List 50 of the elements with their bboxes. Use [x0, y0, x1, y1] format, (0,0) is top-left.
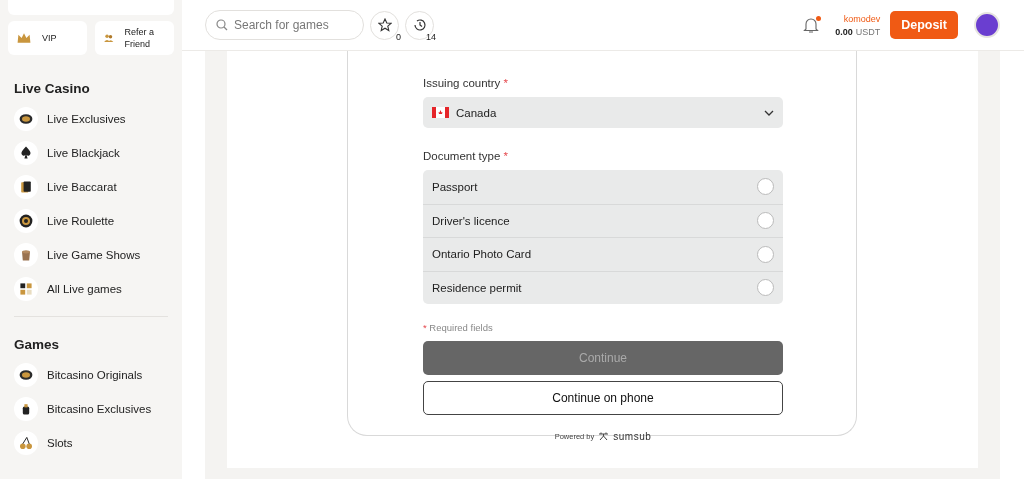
- promo-label: VIP: [42, 32, 57, 44]
- sidebar-item[interactable]: Live Exclusives: [8, 102, 174, 136]
- star-icon: [377, 18, 392, 32]
- notification-bell[interactable]: [803, 16, 822, 34]
- search-field[interactable]: Search for games: [205, 10, 364, 40]
- chip-icon: [18, 367, 34, 383]
- document-option[interactable]: Ontario Photo Card: [423, 237, 783, 271]
- section-title: Live Casino: [14, 81, 91, 96]
- history-icon: [412, 18, 427, 32]
- sidebar-item[interactable]: Live Roulette: [8, 204, 174, 238]
- radio-button[interactable]: [757, 212, 774, 230]
- cards-icon: [18, 179, 34, 195]
- sidebar-item[interactable]: Live Blackjack: [8, 136, 174, 170]
- sidebar-item[interactable]: Live Baccarat: [8, 170, 174, 204]
- country-select[interactable]: Canada: [423, 97, 783, 128]
- brand-name: sumsub: [613, 431, 652, 442]
- document-option[interactable]: Passport: [423, 170, 783, 204]
- recent-button[interactable]: 14: [405, 10, 434, 40]
- sidebar-item[interactable]: Live Game Shows: [8, 238, 174, 272]
- cherry-icon: [18, 435, 34, 451]
- count-label: 14: [426, 31, 436, 42]
- promo-label: Refer a Friend: [124, 26, 156, 50]
- radio-button[interactable]: [757, 279, 774, 297]
- logo-icon: [598, 432, 610, 441]
- flag-icon: [432, 107, 449, 118]
- balance-amount: 0.00: [835, 26, 853, 37]
- chevron-down-icon: [764, 109, 774, 116]
- document-option[interactable]: Driver's licence: [423, 203, 783, 237]
- username: komodev: [843, 13, 881, 24]
- document-option[interactable]: Residence permit: [423, 270, 783, 304]
- sidebar-item[interactable]: Slots: [8, 426, 174, 460]
- field-label: Issuing country *: [423, 77, 510, 89]
- radio-button[interactable]: [757, 245, 774, 263]
- favorites-button[interactable]: 0: [370, 10, 399, 40]
- sidebar-item[interactable]: Bitcasino Originals: [8, 358, 174, 392]
- section-title: Games: [14, 337, 61, 352]
- count-label: 0: [396, 31, 401, 42]
- chip-icon: [18, 111, 34, 127]
- sidebar-item[interactable]: All Live games: [8, 272, 174, 306]
- required-note: * Required fields: [423, 322, 494, 333]
- continue-on-phone-button[interactable]: Continue on phone: [423, 381, 783, 415]
- field-label: Document type *: [423, 150, 510, 162]
- avatar[interactable]: [974, 12, 1000, 38]
- sidebar-item[interactable]: Bitcasino Exclusives: [8, 392, 174, 426]
- radio-button[interactable]: [757, 178, 774, 196]
- promo-card[interactable]: Refer a Friend: [95, 21, 174, 55]
- promo-card[interactable]: VIP: [8, 21, 87, 55]
- grid-icon: [18, 281, 34, 297]
- roulette-icon: [18, 213, 34, 229]
- currency-label: USDT: [855, 26, 881, 37]
